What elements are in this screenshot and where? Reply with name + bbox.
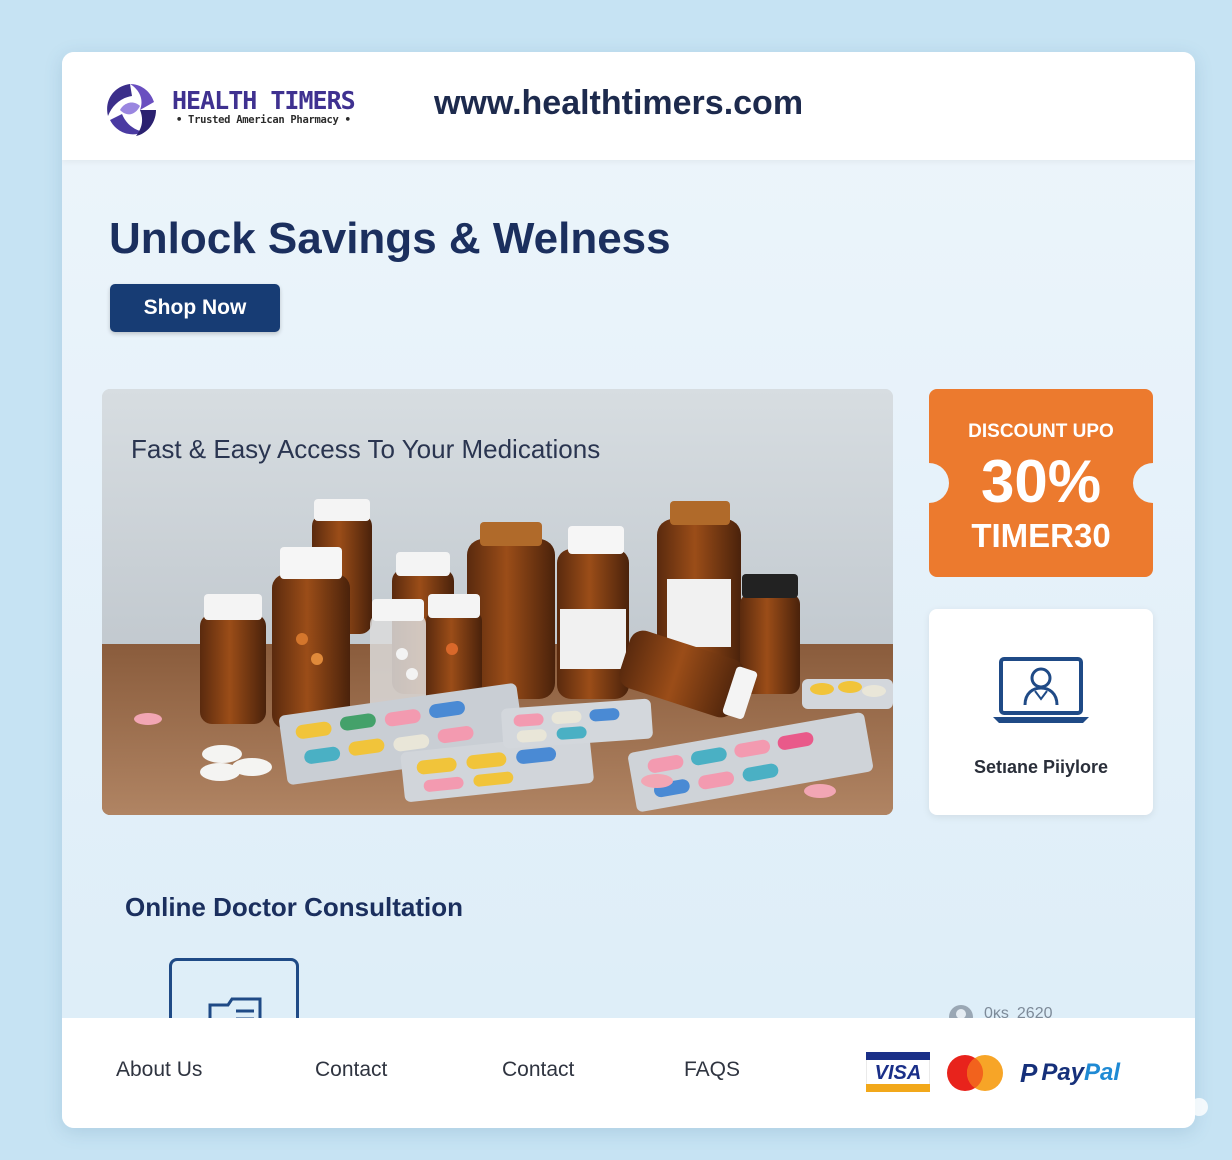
decorative-dot: [1190, 1098, 1208, 1116]
discount-value: 30%: [980, 448, 1102, 515]
main-card: HEALTH TIMERS • Trusted American Pharmac…: [62, 52, 1195, 1128]
footer-link-contact[interactable]: Contact: [315, 1058, 387, 1082]
footer-link-about-us[interactable]: About Us: [116, 1058, 202, 1082]
doctor-laptop-icon: [993, 657, 1089, 723]
site-url[interactable]: www.healthtimers.com: [434, 84, 803, 123]
paypal-logo: P PayPal: [1020, 1056, 1120, 1090]
visa-logo: VISA: [865, 1051, 931, 1093]
shop-now-button[interactable]: Shop Now: [110, 284, 280, 332]
discount-code: TIMER30: [971, 517, 1111, 554]
site-footer: About Us Contact Contact FAQS VISA P Pay…: [62, 1018, 1195, 1128]
brand-tagline: • Trusted American Pharmacy •: [176, 114, 351, 126]
banner-text: Fast & Easy Access To Your Medications: [131, 434, 601, 464]
site-header: HEALTH TIMERS • Trusted American Pharmac…: [62, 52, 1195, 160]
hero-title: Unlock Savings & Welness: [109, 214, 671, 263]
paypal-wordmark: PayPal: [1041, 1059, 1121, 1086]
brand-name: HEALTH TIMERS: [172, 86, 356, 115]
footer-link-faqs[interactable]: FAQS: [684, 1058, 740, 1082]
consult-card[interactable]: Setıane Piiylore: [929, 609, 1153, 815]
visa-text: VISA: [874, 1062, 922, 1084]
mastercard-icon: [947, 1055, 1003, 1091]
consult-card-label: Setıane Piiylore: [973, 757, 1109, 777]
discount-coupon[interactable]: DISCOUNT UPO 30% TIMER30: [929, 389, 1153, 577]
health-timers-logo-icon: [103, 82, 157, 136]
paypal-icon: P: [1020, 1057, 1038, 1088]
footer-link-contact-2[interactable]: Contact: [502, 1058, 574, 1082]
section-title: Online Doctor Consultation: [125, 892, 463, 922]
brand-logo[interactable]: HEALTH TIMERS • Trusted American Pharmac…: [100, 80, 400, 140]
hero-banner-image[interactable]: Fast & Easy Access To Your Medications: [102, 389, 893, 815]
discount-label: DISCOUNT UPO: [968, 421, 1114, 442]
